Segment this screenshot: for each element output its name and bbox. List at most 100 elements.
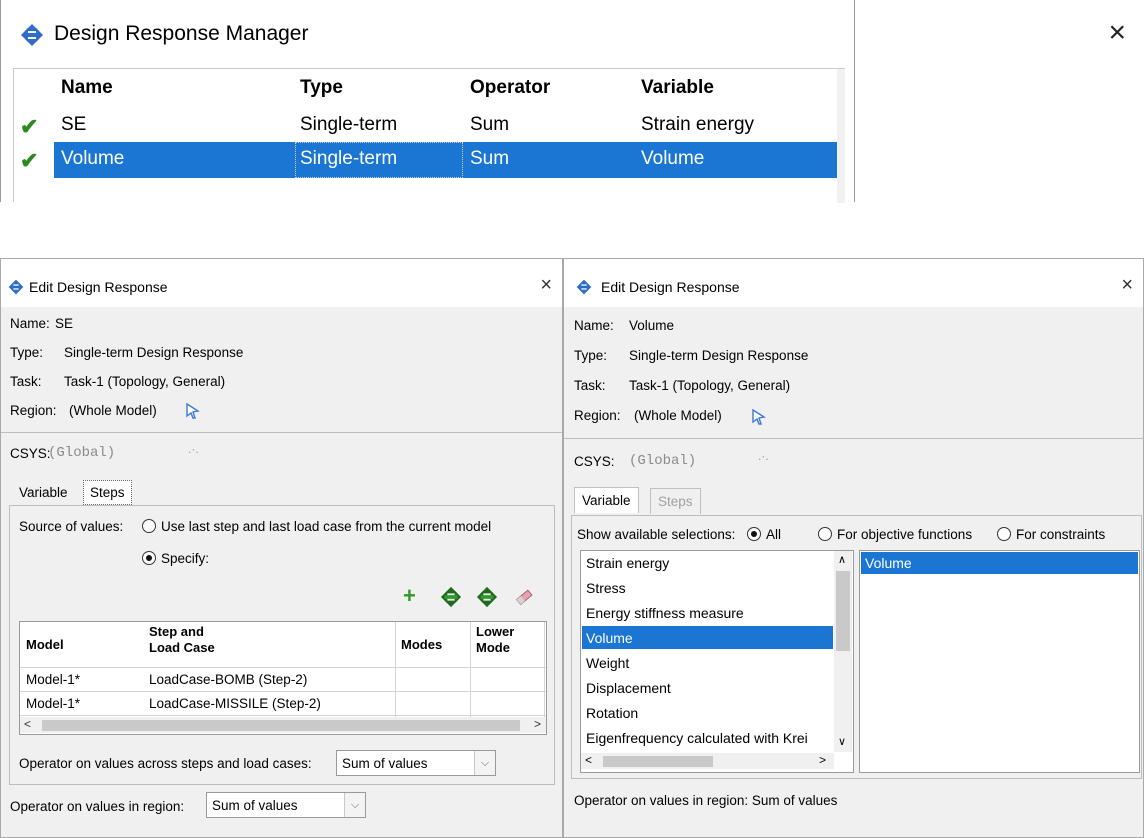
scroll-right-icon[interactable]: >	[534, 717, 541, 731]
scroll-down-icon[interactable]: ∨	[838, 735, 846, 748]
list-item-selected[interactable]: Volume	[586, 630, 633, 646]
filter-all-radio[interactable]: All	[747, 527, 781, 542]
list-item[interactable]: Strain energy	[586, 555, 669, 571]
radio-icon[interactable]	[142, 519, 156, 533]
horizontal-scrollbar[interactable]: < >	[20, 717, 546, 733]
row-name: Volume	[61, 148, 125, 169]
type-value: Single-term Design Response	[64, 345, 244, 360]
close-icon[interactable]: ×	[1121, 274, 1133, 297]
insert-row-after-icon[interactable]	[476, 586, 498, 608]
column-header-operator[interactable]: Operator	[470, 77, 550, 99]
table-row-selected[interactable]: ✔ Volume Single-term Sum Volume	[14, 142, 845, 178]
list-item[interactable]: Weight	[586, 655, 629, 671]
scroll-right-icon[interactable]: >	[819, 753, 826, 767]
cell-step[interactable]: LoadCase-MISSILE (Step-2)	[149, 696, 321, 711]
steps-table: Model Step and Load Case Modes Lower Mod…	[19, 621, 547, 735]
filter-constraints-radio[interactable]: For constraints	[997, 527, 1105, 542]
tab-steps[interactable]: Steps	[650, 488, 701, 514]
close-icon[interactable]: ×	[1108, 18, 1126, 48]
horizontal-scrollbar[interactable]: < >	[581, 753, 834, 769]
region-operator-text: Operator on values in region: Sum of val…	[574, 793, 838, 808]
csys-value: (Global)	[48, 445, 116, 461]
dialog-titlebar: Edit Design Response ×	[1, 259, 562, 307]
separator	[564, 438, 1144, 439]
column-header-model[interactable]: Model	[26, 638, 64, 652]
list-item-selected[interactable]: Volume	[865, 555, 912, 571]
column-header-step-line2[interactable]: Load Case	[149, 641, 215, 655]
abaqus-logo-icon	[576, 279, 592, 295]
variable-list[interactable]: Strain energy Stress Energy stiffness me…	[580, 550, 854, 773]
source-option-1-label: Use last step and last load case from th…	[161, 519, 492, 534]
filter-all-label: All	[766, 527, 782, 542]
dialog-title: Edit Design Response	[29, 279, 168, 295]
selected-variable-list[interactable]: Volume	[859, 550, 1140, 773]
add-icon[interactable]: +	[403, 583, 416, 609]
list-item[interactable]: Stress	[586, 580, 626, 596]
scroll-left-icon[interactable]: <	[585, 753, 592, 767]
list-item[interactable]: Eigenfrequency calculated with Krei	[586, 730, 834, 746]
scrollbar-thumb[interactable]	[42, 720, 520, 731]
filter-objective-radio[interactable]: For objective functions	[818, 527, 972, 542]
scroll-up-icon[interactable]: ∧	[838, 553, 846, 566]
cell-model[interactable]: Model-1*	[26, 696, 80, 711]
radio-icon[interactable]	[818, 527, 832, 541]
grid-line	[20, 715, 546, 716]
scrollbar-thumb[interactable]	[836, 571, 850, 651]
scrollbar-thumb[interactable]	[603, 756, 713, 767]
tab-variable[interactable]: Variable	[574, 487, 639, 513]
list-item[interactable]: Energy stiffness measure	[586, 605, 744, 621]
column-header-step-line1[interactable]: Step and	[149, 625, 204, 639]
tab-variable[interactable]: Variable	[13, 481, 74, 504]
radio-icon[interactable]	[997, 527, 1011, 541]
table-row[interactable]: ✔ SE Single-term Sum Strain energy	[14, 108, 844, 144]
chevron-down-icon[interactable]: ⌵	[344, 793, 365, 817]
radio-selected-icon[interactable]	[747, 527, 761, 541]
manager-title: Design Response Manager	[54, 22, 309, 45]
cell-model[interactable]: Model-1*	[26, 672, 80, 687]
select-arrow-icon[interactable]	[751, 408, 767, 426]
column-header-type[interactable]: Type	[300, 77, 343, 99]
task-label: Task:	[10, 374, 42, 389]
column-header-name[interactable]: Name	[61, 77, 113, 99]
region-operator-select[interactable]: Sum of values ⌵	[206, 792, 366, 818]
vertical-scrollbar[interactable]	[837, 69, 845, 203]
steps-operator-select[interactable]: Sum of values ⌵	[336, 750, 496, 776]
grid-line	[20, 691, 546, 692]
column-header-variable[interactable]: Variable	[641, 77, 714, 99]
name-label: Name:	[574, 318, 614, 333]
insert-row-before-icon[interactable]	[440, 586, 462, 608]
column-header-lower-line1[interactable]: Lower	[476, 625, 514, 639]
chevron-down-icon[interactable]: ⌵	[474, 751, 495, 775]
source-option-2-label: Specify:	[161, 551, 210, 566]
source-option-specify[interactable]: Specify:	[142, 551, 209, 566]
region-label: Region:	[574, 408, 621, 423]
region-label: Region:	[10, 403, 57, 418]
region-value: (Whole Model)	[634, 408, 722, 423]
scroll-left-icon[interactable]: <	[24, 717, 31, 731]
abaqus-logo-icon	[21, 24, 43, 46]
list-item[interactable]: Rotation	[586, 705, 638, 721]
task-value: Task-1 (Topology, General)	[629, 378, 791, 393]
csys-label: CSYS:	[10, 446, 51, 461]
column-header-modes[interactable]: Modes	[401, 638, 442, 652]
grid-line	[20, 667, 546, 668]
design-response-manager-window: Design Response Manager × Name Type Oper…	[0, 0, 1126, 203]
manager-table: Name Type Operator Variable ✔ SE Single-…	[13, 68, 845, 203]
select-arrow-icon[interactable]	[185, 402, 201, 420]
tab-steps[interactable]: Steps	[83, 480, 132, 505]
cell-step[interactable]: LoadCase-BOMB (Step-2)	[149, 672, 307, 687]
manager-titlebar: Design Response Manager	[20, 22, 308, 46]
row-variable: Volume	[641, 148, 705, 169]
close-icon[interactable]: ×	[540, 274, 552, 297]
vertical-scrollbar[interactable]: ∧ ∨	[834, 551, 852, 752]
source-option-last-step[interactable]: Use last step and last load case from th…	[142, 519, 491, 534]
edit-design-response-volume-dialog: Edit Design Response × Name: Volume Type…	[563, 258, 1144, 838]
eraser-icon[interactable]	[513, 586, 535, 608]
source-label: Source of values:	[19, 519, 124, 534]
csys-axes-icon[interactable]: .·.	[188, 442, 199, 456]
radio-selected-icon[interactable]	[142, 551, 156, 565]
row-operator: Sum	[470, 114, 510, 135]
list-item[interactable]: Displacement	[586, 680, 671, 696]
column-header-lower-line2[interactable]: Mode	[476, 641, 510, 655]
csys-axes-icon[interactable]: .·.	[758, 449, 769, 463]
